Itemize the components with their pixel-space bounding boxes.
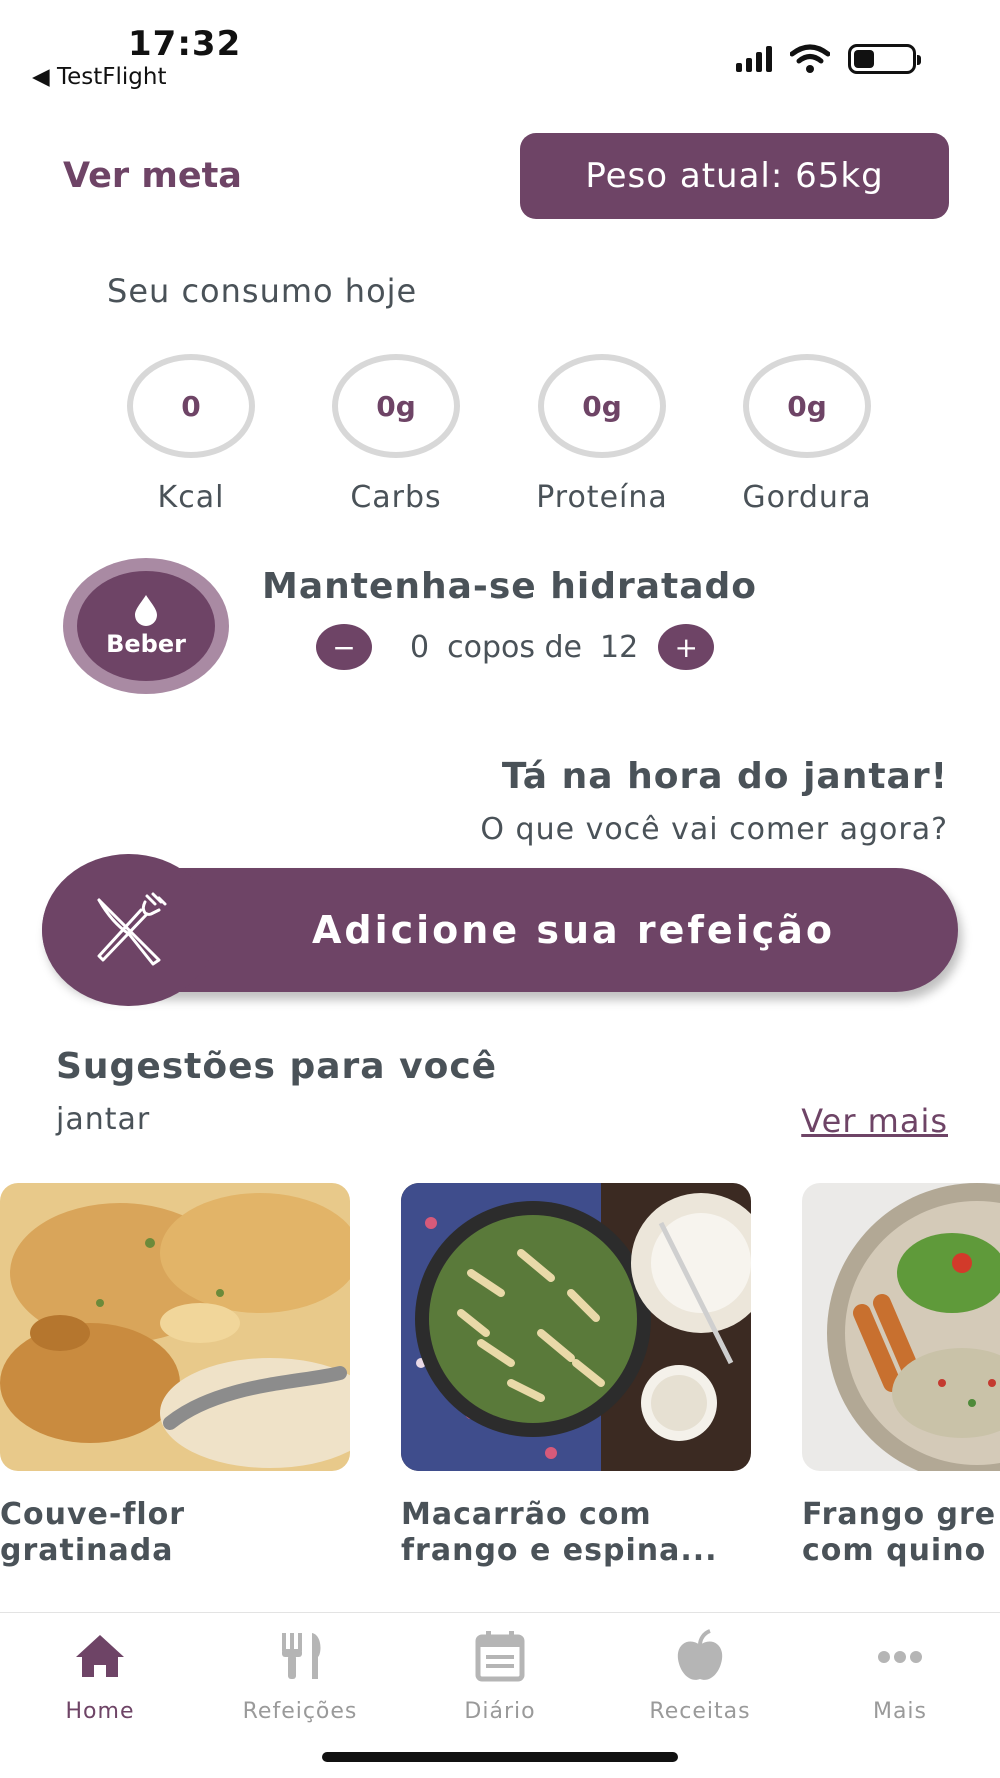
wifi-icon — [790, 44, 830, 73]
status-time: 17:32 — [128, 24, 242, 64]
ver-meta-link[interactable]: Ver meta — [63, 156, 242, 196]
macro-label: Carbs — [350, 480, 442, 515]
apple-icon — [677, 1629, 723, 1680]
sugestoes-subtitle: jantar — [56, 1102, 151, 1137]
calendar-icon — [475, 1631, 525, 1682]
macro-label: Gordura — [742, 480, 872, 515]
tab-label: Mais — [872, 1699, 928, 1724]
copos-label: copos de — [447, 629, 583, 665]
macro-ring: 0g — [538, 354, 666, 458]
hidratacao-title: Mantenha-se hidratado — [262, 566, 758, 607]
recipe-card[interactable]: Frango gre com quino — [802, 1183, 1000, 1569]
tab-label: Diário — [464, 1699, 536, 1724]
recipe-image — [401, 1183, 751, 1471]
macro-gordura: 0g Gordura — [707, 354, 907, 515]
ver-mais-link[interactable]: Ver mais — [801, 1102, 948, 1140]
beber-button[interactable]: Beber — [63, 558, 229, 694]
macro-ring: 0 — [127, 354, 255, 458]
recipe-card[interactable]: Macarrão com frango e espina... — [401, 1183, 751, 1569]
macro-label: Proteína — [536, 480, 668, 515]
recipe-image — [802, 1183, 1000, 1471]
tab-receitas[interactable]: Receitas — [600, 1629, 800, 1724]
home-indicator — [322, 1752, 678, 1762]
tab-home[interactable]: Home — [0, 1629, 200, 1724]
tab-label: Refeições — [242, 1699, 358, 1724]
copos-current: 0 — [410, 629, 430, 665]
copos-total: 12 — [600, 629, 639, 665]
macro-carbs: 0g Carbs — [296, 354, 496, 515]
fork-knife-icon — [282, 1633, 321, 1679]
beber-button-inner: Beber — [77, 571, 215, 681]
macro-kcal: 0 Kcal — [91, 354, 291, 515]
meal-time-title: Tá na hora do jantar! — [501, 756, 948, 797]
status-icons — [736, 44, 921, 74]
more-icon — [878, 1651, 922, 1663]
water-drop-icon — [135, 595, 157, 626]
beber-label: Beber — [106, 630, 186, 658]
increment-copos-button[interactable]: + — [658, 624, 715, 670]
tab-refeicoes[interactable]: Refeições — [200, 1629, 400, 1724]
peso-atual-button[interactable]: Peso atual: 65kg — [520, 133, 949, 219]
consumo-title: Seu consumo hoje — [107, 272, 418, 310]
tab-label: Home — [65, 1699, 135, 1724]
meal-time-subtitle: O que você vai comer agora? — [480, 812, 948, 847]
macro-ring: 0g — [332, 354, 460, 458]
sugestoes-title: Sugestões para você — [56, 1046, 498, 1087]
recipe-name: Macarrão com frango e espina... — [401, 1497, 718, 1568]
recipe-name: Couve-flor gratinada — [0, 1497, 186, 1568]
tab-label: Receitas — [649, 1699, 751, 1724]
tab-mais[interactable]: Mais — [800, 1629, 1000, 1724]
add-meal-label: Adicione sua refeição — [312, 908, 836, 952]
tab-diario[interactable]: Diário — [400, 1629, 600, 1724]
home-icon — [76, 1635, 124, 1677]
signal-icon — [736, 46, 772, 72]
recipe-card[interactable]: Couve-flor gratinada — [0, 1183, 350, 1569]
add-meal-button[interactable]: Adicione sua refeição — [42, 854, 958, 1006]
add-meal-icon-circle — [42, 854, 216, 1006]
hidratacao-counter: − 0 copos de 12 + — [316, 624, 715, 670]
battery-icon — [848, 44, 921, 74]
macro-ring: 0g — [743, 354, 871, 458]
macro-label: Kcal — [157, 480, 225, 515]
recipe-name: Frango gre com quino — [802, 1497, 997, 1568]
fork-knife-icon — [97, 892, 167, 966]
macro-proteina: 0g Proteína — [502, 354, 702, 515]
recipe-image — [0, 1183, 350, 1471]
decrement-copos-button[interactable]: − — [316, 624, 372, 670]
back-to-testflight[interactable]: ◀ TestFlight — [32, 64, 167, 90]
